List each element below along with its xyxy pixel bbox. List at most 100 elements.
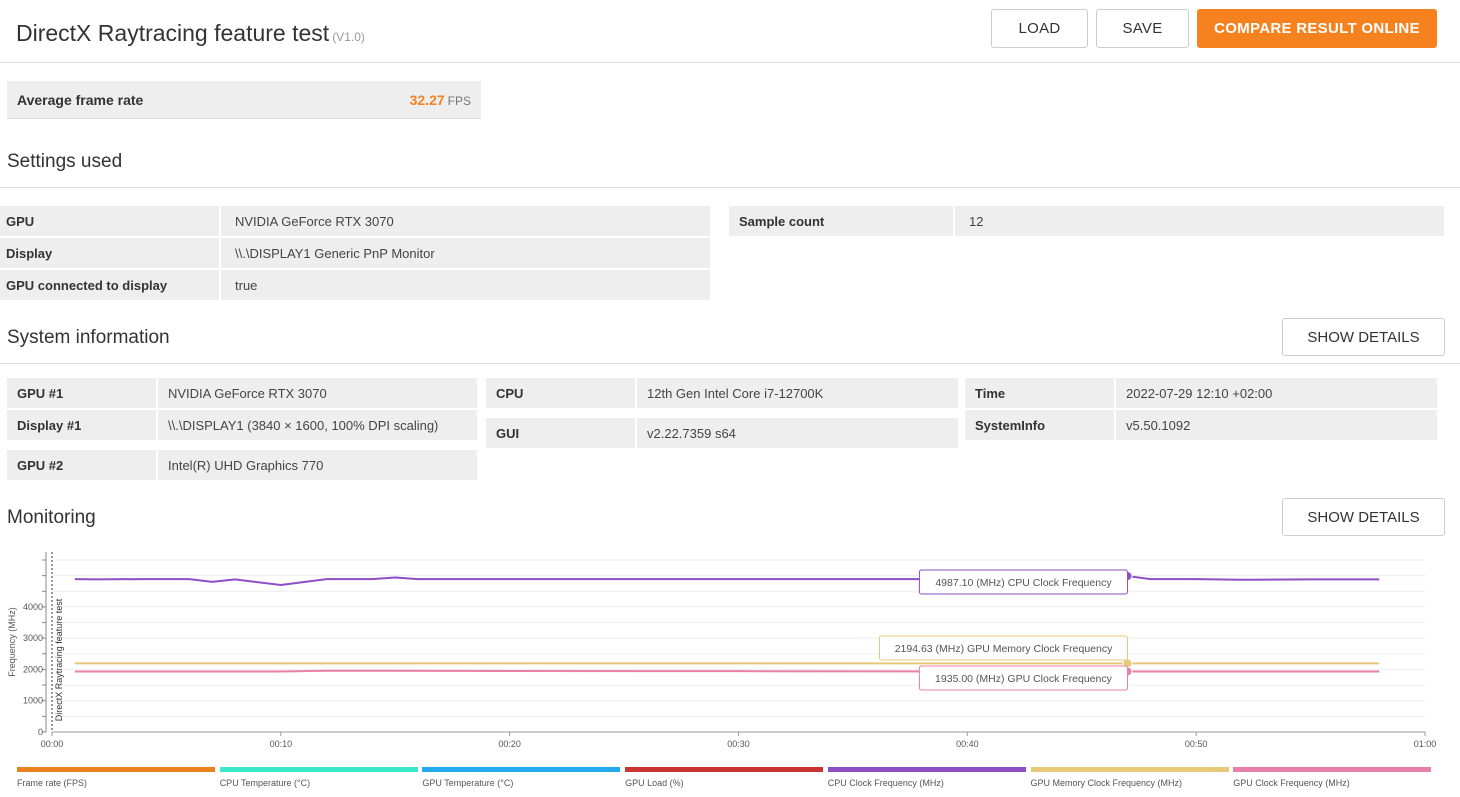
x-tick-label: 00:40 bbox=[956, 739, 979, 749]
series-line bbox=[74, 575, 1380, 587]
system-key: CPU bbox=[486, 378, 635, 408]
system-key: Display #1 bbox=[7, 410, 156, 440]
legend-swatch bbox=[17, 767, 215, 772]
system-value: 2022-07-29 12:10 +02:00 bbox=[1116, 378, 1437, 408]
legend-item[interactable]: GPU Temperature (°C) bbox=[422, 767, 621, 788]
system-key: GUI bbox=[486, 418, 635, 448]
settings-row-gpu: GPU NVIDIA GeForce RTX 3070 bbox=[0, 206, 710, 236]
average-frame-rate-box: Average frame rate 32.27 FPS bbox=[7, 81, 481, 119]
tooltip-box bbox=[918, 569, 1129, 595]
system-key: GPU #2 bbox=[7, 450, 156, 480]
tooltip-text: 4987.10 (MHz) CPU Clock Frequency bbox=[935, 577, 1112, 589]
system-information-title: System information bbox=[7, 327, 170, 348]
chart-series bbox=[74, 571, 1380, 677]
system-show-details-button[interactable]: SHOW DETAILS bbox=[1282, 318, 1445, 356]
system-row-gpu2: GPU #2 Intel(R) UHD Graphics 770 bbox=[7, 450, 477, 480]
x-tick-label: 00:30 bbox=[727, 739, 750, 749]
system-row-systeminfo: SystemInfo v5.50.1092 bbox=[965, 410, 1437, 440]
settings-key: Display bbox=[0, 238, 219, 268]
legend-label: Frame rate (FPS) bbox=[17, 778, 88, 788]
settings-row-display: Display \\.\DISPLAY1 Generic PnP Monitor bbox=[0, 238, 710, 268]
legend-label: GPU Clock Frequency (MHz) bbox=[1233, 778, 1350, 788]
chart-grid bbox=[52, 559, 1425, 733]
divider bbox=[0, 187, 1460, 188]
y-tick-label: 4000 bbox=[23, 602, 43, 612]
legend-label: CPU Temperature (°C) bbox=[219, 778, 311, 788]
test-marker-label: DirectX Raytracing feature test bbox=[54, 598, 64, 721]
settings-value: NVIDIA GeForce RTX 3070 bbox=[221, 206, 710, 236]
settings-title: Settings used bbox=[7, 151, 123, 172]
settings-key: GPU bbox=[0, 206, 219, 236]
system-row-time: Time 2022-07-29 12:10 +02:00 bbox=[965, 378, 1437, 408]
legend-label: GPU Temperature (°C) bbox=[422, 778, 514, 788]
system-row-cpu: CPU 12th Gen Intel Core i7-12700K bbox=[486, 378, 958, 408]
legend-swatch bbox=[625, 767, 824, 772]
system-value: 12th Gen Intel Core i7-12700K bbox=[637, 378, 958, 408]
system-row-gpu1: GPU #1 NVIDIA GeForce RTX 3070 bbox=[7, 378, 477, 408]
load-button[interactable]: LOAD bbox=[991, 9, 1088, 48]
series-line bbox=[74, 669, 1380, 673]
y-tick-label: 2000 bbox=[23, 664, 43, 674]
series-marker bbox=[1122, 571, 1133, 582]
system-value: v5.50.1092 bbox=[1116, 410, 1437, 440]
settings-value: 12 bbox=[955, 206, 1444, 236]
x-tick-label: 00:10 bbox=[270, 739, 293, 749]
system-value: Intel(R) UHD Graphics 770 bbox=[158, 450, 477, 480]
legend-item[interactable]: CPU Temperature (°C) bbox=[219, 767, 418, 788]
y-tick-label: 0 bbox=[38, 727, 43, 737]
legend-item[interactable]: GPU Load (%) bbox=[625, 767, 824, 788]
tooltip-text: 2194.63 (MHz) GPU Memory Clock Frequency bbox=[895, 643, 1113, 655]
chart-tooltips: 4987.10 (MHz) CPU Clock Frequency 2194.63… bbox=[879, 569, 1129, 691]
legend-item[interactable]: Frame rate (FPS) bbox=[17, 767, 215, 788]
compare-result-online-button[interactable]: COMPARE RESULT ONLINE bbox=[1197, 9, 1437, 48]
x-tick-label: 00:50 bbox=[1185, 739, 1208, 749]
fps-unit: FPS bbox=[447, 94, 471, 108]
legend-swatch bbox=[422, 767, 621, 772]
system-value: v2.22.7359 s64 bbox=[637, 418, 958, 448]
legend-label: CPU Clock Frequency (MHz) bbox=[827, 778, 944, 788]
legend-item[interactable]: GPU Clock Frequency (MHz) bbox=[1233, 767, 1432, 788]
legend-swatch bbox=[1030, 767, 1229, 772]
legend-label: GPU Load (%) bbox=[625, 778, 684, 788]
system-row-gui: GUI v2.22.7359 s64 bbox=[486, 418, 958, 448]
divider bbox=[0, 363, 1460, 364]
system-key: GPU #1 bbox=[7, 378, 156, 408]
series-marker bbox=[1122, 666, 1133, 677]
settings-value: \\.\DISPLAY1 Generic PnP Monitor bbox=[221, 238, 710, 268]
monitoring-show-details-button[interactable]: SHOW DETAILS bbox=[1282, 498, 1445, 536]
save-button[interactable]: SAVE bbox=[1096, 9, 1189, 48]
tooltip-box bbox=[879, 635, 1129, 661]
header-bar: DirectX Raytracing feature test (V1.0) LO… bbox=[0, 0, 1460, 63]
legend-label: GPU Memory Clock Frequency (MHz) bbox=[1030, 778, 1183, 788]
page-title: DirectX Raytracing feature test (V1.0) bbox=[16, 20, 365, 47]
tooltip-text: 1935.00 (MHz) GPU Clock Frequency bbox=[935, 673, 1113, 685]
x-tick-label: 00:00 bbox=[41, 739, 64, 749]
average-frame-rate-label: Average frame rate bbox=[17, 92, 144, 108]
legend-item[interactable]: GPU Memory Clock Frequency (MHz) bbox=[1030, 767, 1229, 788]
settings-key: GPU connected to display bbox=[0, 270, 219, 300]
settings-value: true bbox=[221, 270, 710, 300]
legend-item[interactable]: CPU Clock Frequency (MHz) bbox=[827, 767, 1026, 788]
system-value: NVIDIA GeForce RTX 3070 bbox=[158, 378, 477, 408]
tooltip-box bbox=[918, 665, 1129, 691]
series-marker bbox=[1122, 658, 1133, 669]
x-tick-label: 01:00 bbox=[1414, 739, 1437, 749]
monitoring-title: Monitoring bbox=[7, 507, 96, 528]
settings-key: Sample count bbox=[729, 206, 953, 236]
fps-number: 32.27 bbox=[409, 92, 445, 108]
system-value: \\.\DISPLAY1 (3840 × 1600, 100% DPI scal… bbox=[158, 410, 477, 440]
y-tick-label: 1000 bbox=[23, 696, 43, 706]
legend-swatch bbox=[1233, 767, 1432, 772]
legend-swatch bbox=[219, 767, 418, 772]
settings-row-gpu-connected: GPU connected to display true bbox=[0, 270, 710, 300]
average-frame-rate-value: 32.27 FPS bbox=[410, 92, 471, 108]
version-label: (V1.0) bbox=[332, 30, 365, 44]
legend-swatch bbox=[827, 767, 1026, 772]
system-row-display1: Display #1 \\.\DISPLAY1 (3840 × 1600, 10… bbox=[7, 410, 477, 440]
chart-axes: 0 1000 2000 3000 4000 00:00 00:10 00:20 00:30 00:… bbox=[7, 552, 1436, 749]
test-name: DirectX Raytracing feature test bbox=[16, 20, 330, 46]
y-axis-title: Frequency (MHz) bbox=[7, 607, 17, 677]
system-key: SystemInfo bbox=[965, 410, 1114, 440]
settings-row-sample-count: Sample count 12 bbox=[729, 206, 1444, 236]
y-tick-label: 3000 bbox=[23, 633, 43, 643]
